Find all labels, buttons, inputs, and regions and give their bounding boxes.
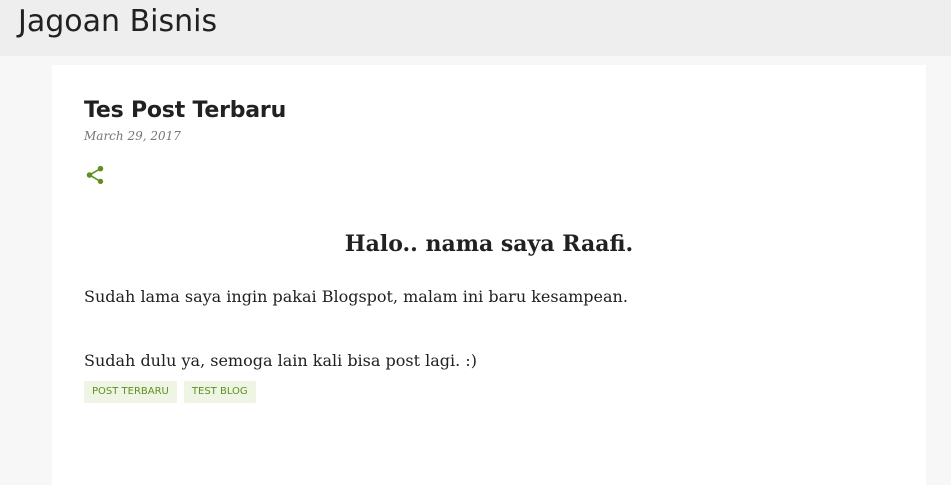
post-paragraph-2: Sudah dulu ya, semoga lain kali bisa pos…: [84, 351, 477, 370]
post-heading-text: Halo.. nama saya Raafi.: [344, 231, 634, 257]
post-paragraph-1: Sudah lama saya ingin pakai Blogspot, ma…: [84, 287, 628, 306]
post-labels: POST TERBARU TEST BLOG: [84, 381, 256, 403]
share-button[interactable]: [84, 164, 106, 186]
label-post-terbaru[interactable]: POST TERBARU: [84, 381, 177, 403]
post-date[interactable]: March 29, 2017: [84, 128, 181, 144]
blog-title[interactable]: Jagoan Bisnis: [18, 3, 217, 41]
blog-header: Jagoan Bisnis: [0, 0, 951, 56]
post-title[interactable]: Tes Post Terbaru: [84, 97, 286, 125]
share-icon: [86, 165, 104, 185]
label-test-blog[interactable]: TEST BLOG: [183, 381, 256, 403]
post-heading: Halo.. nama saya Raafi.: [52, 229, 926, 259]
post-card: Tes Post Terbaru March 29, 2017 Halo.. n…: [52, 65, 926, 485]
